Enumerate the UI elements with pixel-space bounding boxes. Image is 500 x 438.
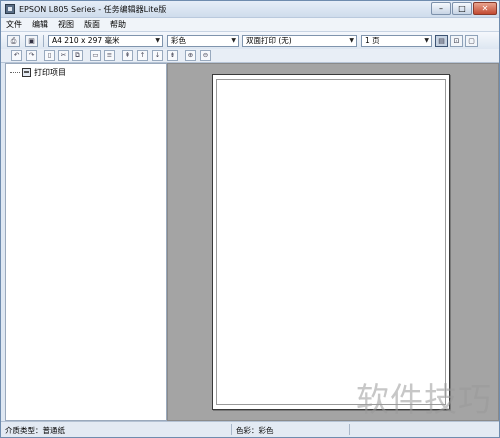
tree-item-print-project[interactable]: 打印项目 (10, 67, 66, 78)
menu-help[interactable]: 帮助 (105, 19, 131, 30)
delete-icon[interactable]: ≡ (104, 50, 115, 61)
zoom-view-icon[interactable]: ⊡ (450, 35, 463, 47)
copy-icon[interactable]: ⧉ (72, 50, 83, 61)
close-button[interactable]: ✕ (473, 2, 497, 15)
chevron-down-icon: ▼ (349, 37, 354, 44)
color-status: 色彩：彩色 (236, 426, 274, 435)
chevron-down-icon: ▼ (231, 37, 236, 44)
page-view-icon[interactable]: ▢ (465, 35, 478, 47)
print-preview-area (167, 63, 499, 421)
menu-view[interactable]: 视图 (53, 19, 79, 30)
move-bottom-icon[interactable]: ⇟ (167, 50, 178, 61)
move-up-icon[interactable]: ↑ (137, 50, 148, 61)
tree-connector (10, 72, 20, 73)
print-job-tree: 打印项目 (5, 63, 167, 421)
chevron-down-icon: ▼ (155, 37, 160, 44)
chevron-down-icon: ▼ (424, 37, 429, 44)
duplex-value: 双面打印 (无) (246, 36, 292, 45)
printer-app-icon (5, 4, 15, 14)
single-page-view-icon[interactable]: ▤ (435, 35, 448, 47)
maximize-button[interactable]: □ (452, 2, 472, 15)
minimize-button[interactable]: – (431, 2, 451, 15)
document-icon (22, 68, 31, 77)
menu-file[interactable]: 文件 (1, 19, 27, 30)
title-bar: EPSON L805 Series - 任务编辑器Lite版 – □ ✕ (1, 1, 499, 18)
watermark-text: 软件技巧 (356, 380, 492, 419)
tree-item-label: 打印项目 (34, 68, 66, 77)
printable-area-outline (216, 79, 446, 405)
redo-icon[interactable]: ↷ (26, 50, 37, 61)
menu-edit[interactable]: 编辑 (27, 19, 53, 30)
save-icon[interactable]: ▣ (25, 35, 38, 47)
move-down-icon[interactable]: ↓ (152, 50, 163, 61)
preview-page (212, 74, 450, 410)
edit-toolbar: ↶ ↷ ▯ ✂ ⧉ ▭ ≡ ⇞ ↑ ↓ ⇟ ⊕ ⊖ (1, 49, 499, 63)
zoom-out-icon[interactable]: ⊖ (200, 50, 211, 61)
duplex-select[interactable]: 双面打印 (无) ▼ (242, 35, 357, 47)
status-divider (231, 424, 232, 435)
window-title: EPSON L805 Series - 任务编辑器Lite版 (19, 5, 167, 14)
pages-per-sheet-select[interactable]: 1 页 ▼ (361, 35, 432, 47)
status-bar: 介质类型：普通纸 色彩：彩色 (1, 421, 499, 437)
media-type-status: 介质类型：普通纸 (5, 426, 65, 435)
status-divider (349, 424, 350, 435)
paper-size-value: A4 210 x 297 毫米 (52, 36, 120, 45)
move-top-icon[interactable]: ⇞ (122, 50, 133, 61)
cut-icon[interactable]: ✂ (58, 50, 69, 61)
undo-icon[interactable]: ↶ (11, 50, 22, 61)
menu-layout[interactable]: 版面 (79, 19, 105, 30)
color-mode-value: 彩色 (171, 36, 186, 45)
new-page-icon[interactable]: ▯ (44, 50, 55, 61)
zoom-in-icon[interactable]: ⊕ (185, 50, 196, 61)
toolbar-divider (43, 35, 44, 47)
print-icon[interactable]: ⎙ (7, 35, 20, 47)
paste-icon[interactable]: ▭ (90, 50, 101, 61)
pages-per-sheet-value: 1 页 (365, 36, 380, 45)
color-mode-select[interactable]: 彩色 ▼ (167, 35, 239, 47)
menu-bar: 文件 编辑 视图 版面 帮助 (1, 18, 499, 31)
main-toolbar: ⎙ ▣ A4 210 x 297 毫米 ▼ 彩色 ▼ 双面打印 (无) ▼ 1 … (1, 31, 499, 49)
paper-size-select[interactable]: A4 210 x 297 毫米 ▼ (48, 35, 163, 47)
